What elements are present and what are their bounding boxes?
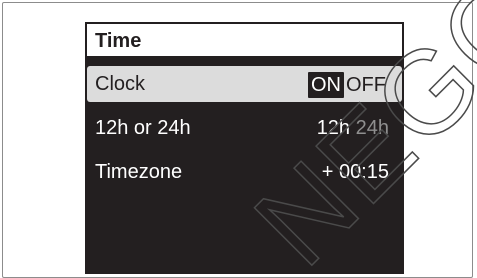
- menu-row-hour-format[interactable]: 12h or 24h 12h 24h: [85, 110, 404, 146]
- title-bar: Time: [85, 22, 404, 58]
- menu-row-timezone[interactable]: Timezone + 00:15: [85, 154, 404, 190]
- clock-option-off[interactable]: OFF: [344, 72, 387, 98]
- menu-row-clock[interactable]: Clock ON OFF: [87, 66, 402, 102]
- menu-row-label: Timezone: [95, 161, 183, 183]
- hour-format-option-12h[interactable]: 12h: [317, 116, 350, 140]
- hour-format-toggle[interactable]: 12h 24h: [317, 116, 389, 140]
- clock-toggle[interactable]: ON OFF: [308, 72, 387, 98]
- device-screen: Time Clock ON OFF 12h or 24h 12h 24h Time…: [85, 22, 404, 274]
- menu-row-label: 12h or 24h: [95, 117, 191, 139]
- timezone-value[interactable]: + 00:15: [322, 160, 389, 184]
- hour-format-option-24h[interactable]: 24h: [356, 116, 389, 140]
- clock-option-on[interactable]: ON: [308, 72, 344, 98]
- screen-title: Time: [95, 30, 142, 52]
- menu-row-label: Clock: [95, 73, 146, 95]
